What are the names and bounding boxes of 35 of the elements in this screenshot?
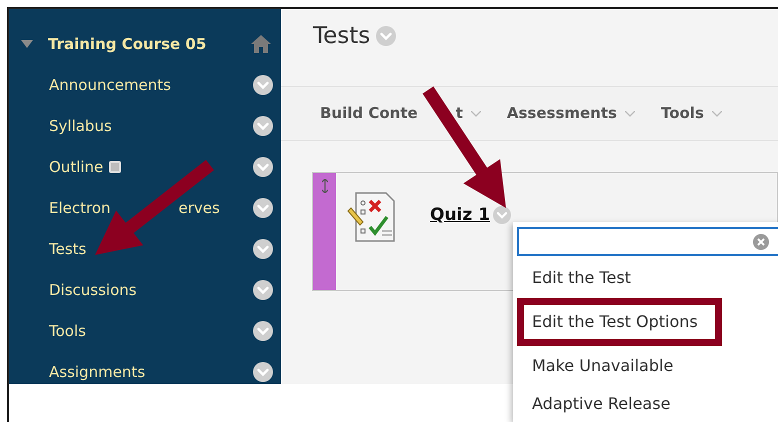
drag-icon	[322, 179, 328, 193]
menu-search-field[interactable]	[517, 227, 778, 256]
sidebar-link[interactable]: Tests	[49, 238, 86, 260]
sidebar-link[interactable]: Assignments	[49, 360, 146, 384]
sidebar-link[interactable]: erves	[178, 196, 220, 220]
action-bar-menu[interactable]: Build Conte	[320, 102, 418, 125]
page-title: Tests	[313, 22, 370, 51]
test-document-icon	[346, 191, 396, 243]
sidebar-link[interactable]: Tools	[49, 320, 86, 342]
caret-icon[interactable]	[21, 40, 33, 48]
menu-item[interactable]: Make Unavailable	[532, 356, 674, 375]
menu-item[interactable]: Adaptive Release	[532, 394, 670, 413]
chevron-icon[interactable]	[253, 362, 273, 382]
chevron-icon[interactable]	[253, 198, 273, 218]
menu-item[interactable]: Edit the Test Options	[532, 312, 698, 331]
action-bar-menu[interactable]: t	[456, 102, 463, 125]
chevron-icon[interactable]	[253, 239, 273, 259]
chevron-icon[interactable]	[253, 321, 273, 341]
chevron-icon[interactable]	[253, 75, 273, 95]
chevron-icon[interactable]	[253, 116, 273, 136]
quiz-link[interactable]: Quiz 1	[430, 203, 490, 228]
home-icon[interactable]	[251, 35, 271, 53]
clear-icon[interactable]	[753, 234, 769, 250]
drag-handle[interactable]	[313, 173, 336, 290]
chevron-icon[interactable]	[253, 280, 273, 300]
chevron-icon[interactable]	[253, 157, 273, 177]
action-bar-menu[interactable]: Tools	[660, 102, 704, 125]
sidebar-link[interactable]: Electron	[49, 196, 111, 220]
sidebar-link[interactable]: Discussions	[49, 278, 137, 302]
action-bar-menu[interactable]: Assessments	[506, 102, 617, 125]
sidebar-link[interactable]: Outline	[49, 156, 104, 178]
sidebar-link[interactable]: Syllabus	[49, 114, 112, 138]
course-title[interactable]: Training Course 05	[48, 32, 251, 56]
menu-item[interactable]: Edit the Test	[532, 268, 631, 287]
sidebar-link[interactable]: Announcements	[49, 74, 171, 96]
